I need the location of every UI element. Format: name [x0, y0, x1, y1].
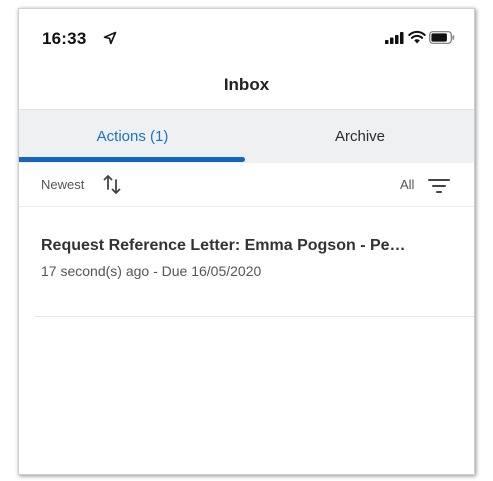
inbox-item-title: Request Reference Letter: Emma Pogson - …	[41, 237, 406, 254]
inbox-item-subtitle: 17 second(s) ago - Due 16/05/2020	[41, 263, 262, 279]
tab-actions[interactable]: Actions (1)	[19, 110, 246, 163]
sort-label[interactable]: Newest	[41, 177, 84, 192]
tab-bar: Actions (1) Archive	[19, 109, 474, 163]
filter-label[interactable]: All	[400, 177, 414, 192]
tab-archive[interactable]: Archive	[246, 110, 474, 163]
sort-arrows-icon[interactable]	[101, 172, 123, 196]
wifi-icon	[408, 30, 426, 44]
phone-screen: 16:33 Inbox Actions (1) Archive Newest A…	[18, 8, 475, 475]
filter-lines-icon[interactable]	[428, 178, 450, 194]
status-bar: 16:33	[19, 9, 474, 61]
location-arrow-icon	[103, 31, 117, 45]
inbox-list-item[interactable]: Request Reference Letter: Emma Pogson - …	[35, 207, 474, 317]
status-time: 16:33	[42, 29, 87, 48]
cellular-signal-icon	[385, 32, 404, 44]
filter-bar: Newest All	[19, 162, 474, 207]
page-title: Inbox	[223, 75, 270, 94]
battery-icon	[429, 31, 455, 44]
